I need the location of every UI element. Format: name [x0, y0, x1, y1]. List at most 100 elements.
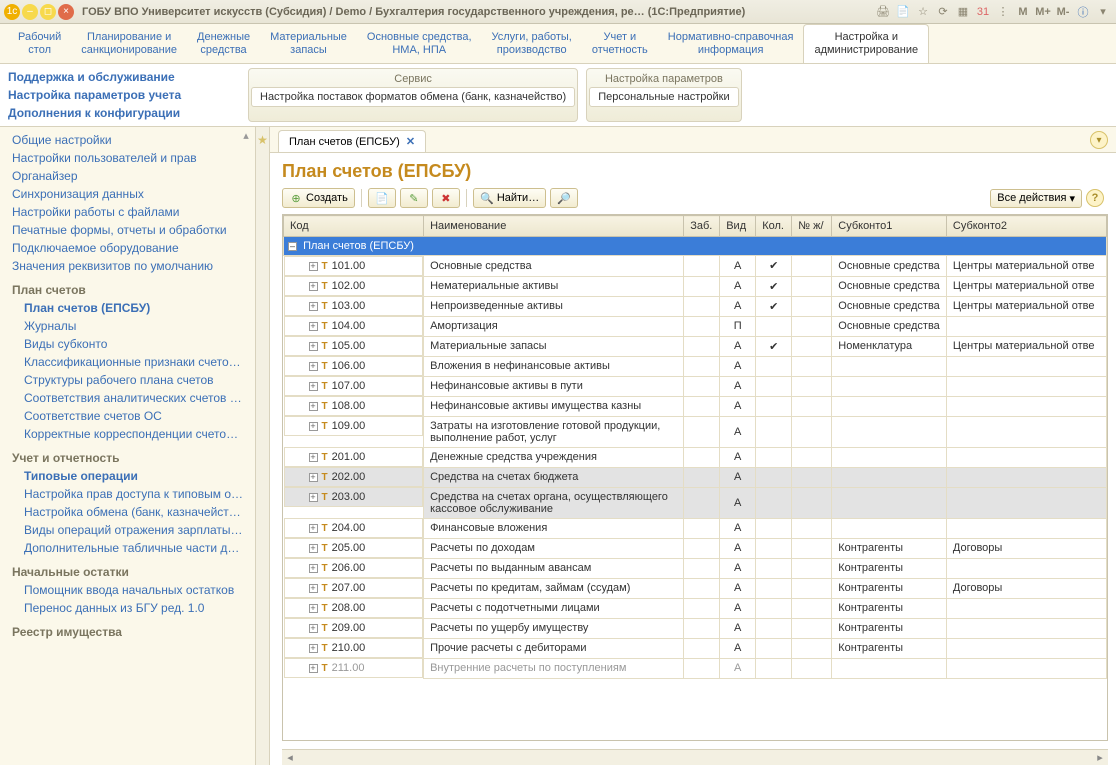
nav-tab[interactable]: Нормативно-справочнаяинформация [658, 24, 804, 63]
calc-icon[interactable]: ▦ [954, 4, 972, 20]
m-plus-button[interactable]: M+ [1034, 4, 1052, 20]
nav-tab[interactable]: Учет иотчетность [582, 24, 658, 63]
table-row[interactable]: + T 102.00Нематериальные активыА✔Основны… [284, 276, 1107, 296]
column-header[interactable]: Субконто1 [832, 216, 947, 237]
column-header[interactable]: Кол. [756, 216, 792, 237]
sidebar-item[interactable]: Общие настройки [12, 131, 255, 149]
print-icon[interactable]: 🖨 [874, 4, 892, 20]
table-row[interactable]: + T 206.00Расчеты по выданным авансамАКо… [284, 558, 1107, 578]
copy-button[interactable]: 📄 [368, 188, 396, 208]
table-row[interactable]: + T 201.00Денежные средства учрежденияА [284, 447, 1107, 467]
column-header[interactable]: Вид [720, 216, 756, 237]
find-button[interactable]: 🔍 Найти… [473, 188, 546, 208]
table-row[interactable]: + T 203.00Средства на счетах органа, осу… [284, 487, 1107, 518]
sidebar-item[interactable]: План счетов (ЕПСБУ) [12, 299, 255, 317]
expand-icon[interactable]: + [309, 493, 318, 502]
expand-icon[interactable]: + [309, 342, 318, 351]
expand-icon[interactable]: + [309, 544, 318, 553]
content-tab[interactable]: План счетов (ЕПСБУ) ✕ [278, 130, 426, 152]
table-row[interactable]: + T 107.00Нефинансовые активы в путиА [284, 376, 1107, 396]
expand-icon[interactable]: + [309, 664, 318, 673]
column-header[interactable]: Код [284, 216, 424, 237]
sidebar-item[interactable]: Подключаемое оборудование [12, 239, 255, 257]
sidebar-item[interactable]: Синхронизация данных [12, 185, 255, 203]
info-icon[interactable]: ⓘ [1074, 4, 1092, 20]
help-button[interactable]: ? [1086, 189, 1104, 207]
all-actions-button[interactable]: Все действия ▾ [990, 189, 1082, 208]
expand-icon[interactable]: + [309, 564, 318, 573]
table-row[interactable]: + T 106.00Вложения в нефинансовые активы… [284, 356, 1107, 376]
scroll-left-icon[interactable]: ◂ [282, 751, 298, 764]
expand-icon[interactable]: + [309, 262, 318, 271]
nav-tab[interactable]: Планирование исанкционирование [71, 24, 187, 63]
column-header[interactable]: Наименование [424, 216, 684, 237]
create-button[interactable]: ⊕ Создать [282, 188, 355, 208]
sidebar-item[interactable]: Виды операций отражения зарплаты … [12, 521, 255, 539]
history-icon[interactable]: ⟳ [934, 4, 952, 20]
calendar-icon[interactable]: 31 [974, 4, 992, 20]
sidebar-item[interactable]: Перенос данных из БГУ ред. 1.0 [12, 599, 255, 617]
sidebar-item[interactable]: Печатные формы, отчеты и обработки [12, 221, 255, 239]
more-icon[interactable]: ⋮ [994, 4, 1012, 20]
expand-icon[interactable]: + [309, 624, 318, 633]
sidebar-item[interactable]: Корректные корреспонденции счетов… [12, 425, 255, 443]
table-row[interactable]: + T 207.00Расчеты по кредитам, займам (с… [284, 578, 1107, 598]
expand-icon[interactable]: + [309, 382, 318, 391]
delete-button[interactable]: ✖ [432, 188, 460, 208]
support-link[interactable]: Поддержка и обслуживание [8, 68, 248, 86]
expand-icon[interactable]: + [309, 402, 318, 411]
column-header[interactable]: Субконто2 [946, 216, 1106, 237]
sidebar-item[interactable]: Настройка обмена (банк, казначейст… [12, 503, 255, 521]
expand-icon[interactable]: + [309, 453, 318, 462]
scroll-right-icon[interactable]: ▸ [1092, 751, 1108, 764]
column-header[interactable]: Заб. [684, 216, 720, 237]
nav-tab[interactable]: Материальныезапасы [260, 24, 357, 63]
scroll-up-icon[interactable]: ▴ [239, 129, 253, 143]
expand-icon[interactable]: + [309, 422, 318, 431]
clear-find-button[interactable]: 🔎 [550, 188, 578, 208]
horizontal-scrollbar[interactable]: ◂ ▸ [282, 749, 1108, 765]
sidebar-item[interactable]: Типовые операции [12, 467, 255, 485]
sidebar-item[interactable]: Помощник ввода начальных остатков [12, 581, 255, 599]
expand-icon[interactable]: + [309, 644, 318, 653]
expand-icon[interactable]: + [309, 282, 318, 291]
maximize-icon[interactable]: ◻ [40, 4, 56, 20]
tab-close-icon[interactable]: ✕ [406, 135, 415, 148]
dropdown-icon[interactable]: ▾ [1094, 4, 1112, 20]
doc-icon[interactable]: 📄 [894, 4, 912, 20]
minimize-icon[interactable]: – [22, 4, 38, 20]
sidebar-item[interactable]: Виды субконто [12, 335, 255, 353]
table-row[interactable]: + T 209.00Расчеты по ущербу имуществуАКо… [284, 618, 1107, 638]
ribbon-item[interactable]: Настройка поставок форматов обмена (банк… [251, 87, 575, 107]
table-row-root[interactable]: – План счетов (ЕПСБУ) [284, 237, 1107, 256]
sidebar-item[interactable]: Журналы [12, 317, 255, 335]
sidebar-item[interactable]: Соответствие счетов ОС [12, 407, 255, 425]
table-row[interactable]: + T 202.00Средства на счетах бюджетаА [284, 467, 1107, 487]
sidebar-item[interactable]: Классификационные признаки счето… [12, 353, 255, 371]
expand-icon[interactable]: + [309, 322, 318, 331]
table-row[interactable]: + T 101.00Основные средстваА✔Основные ср… [284, 256, 1107, 277]
ribbon-item[interactable]: Персональные настройки [589, 87, 738, 107]
table-row[interactable]: + T 108.00Нефинансовые активы имущества … [284, 396, 1107, 416]
table-row[interactable]: + T 208.00Расчеты с подотчетными лицамиА… [284, 598, 1107, 618]
expand-icon[interactable]: + [309, 473, 318, 482]
table-row[interactable]: + T 211.00Внутренние расчеты по поступле… [284, 658, 1107, 678]
sidebar-item[interactable]: Соответствия аналитических счетов … [12, 389, 255, 407]
table-row[interactable]: + T 205.00Расчеты по доходамАКонтрагенты… [284, 538, 1107, 558]
sidebar-item[interactable]: Дополнительные табличные части до… [12, 539, 255, 557]
sidebar-item[interactable]: Органайзер [12, 167, 255, 185]
nav-tab[interactable]: Денежныесредства [187, 24, 260, 63]
m-button[interactable]: M [1014, 4, 1032, 20]
sidebar-item[interactable]: Настройка прав доступа к типовым о… [12, 485, 255, 503]
sidebar-item[interactable]: Значения реквизитов по умолчанию [12, 257, 255, 275]
star-icon[interactable]: ☆ [914, 4, 932, 20]
nav-tab[interactable]: Настройка иадминистрирование [803, 24, 929, 63]
sidebar-item[interactable]: Настройки работы с файлами [12, 203, 255, 221]
expand-icon[interactable]: + [309, 362, 318, 371]
nav-tab[interactable]: Основные средства,НМА, НПА [357, 24, 482, 63]
star-icon[interactable]: ★ [256, 127, 269, 147]
table-row[interactable]: + T 109.00Затраты на изготовление готово… [284, 416, 1107, 447]
sidebar-item[interactable]: Структуры рабочего плана счетов [12, 371, 255, 389]
table-row[interactable]: + T 210.00Прочие расчеты с дебиторамиАКо… [284, 638, 1107, 658]
table-row[interactable]: + T 204.00Финансовые вложенияА [284, 518, 1107, 538]
